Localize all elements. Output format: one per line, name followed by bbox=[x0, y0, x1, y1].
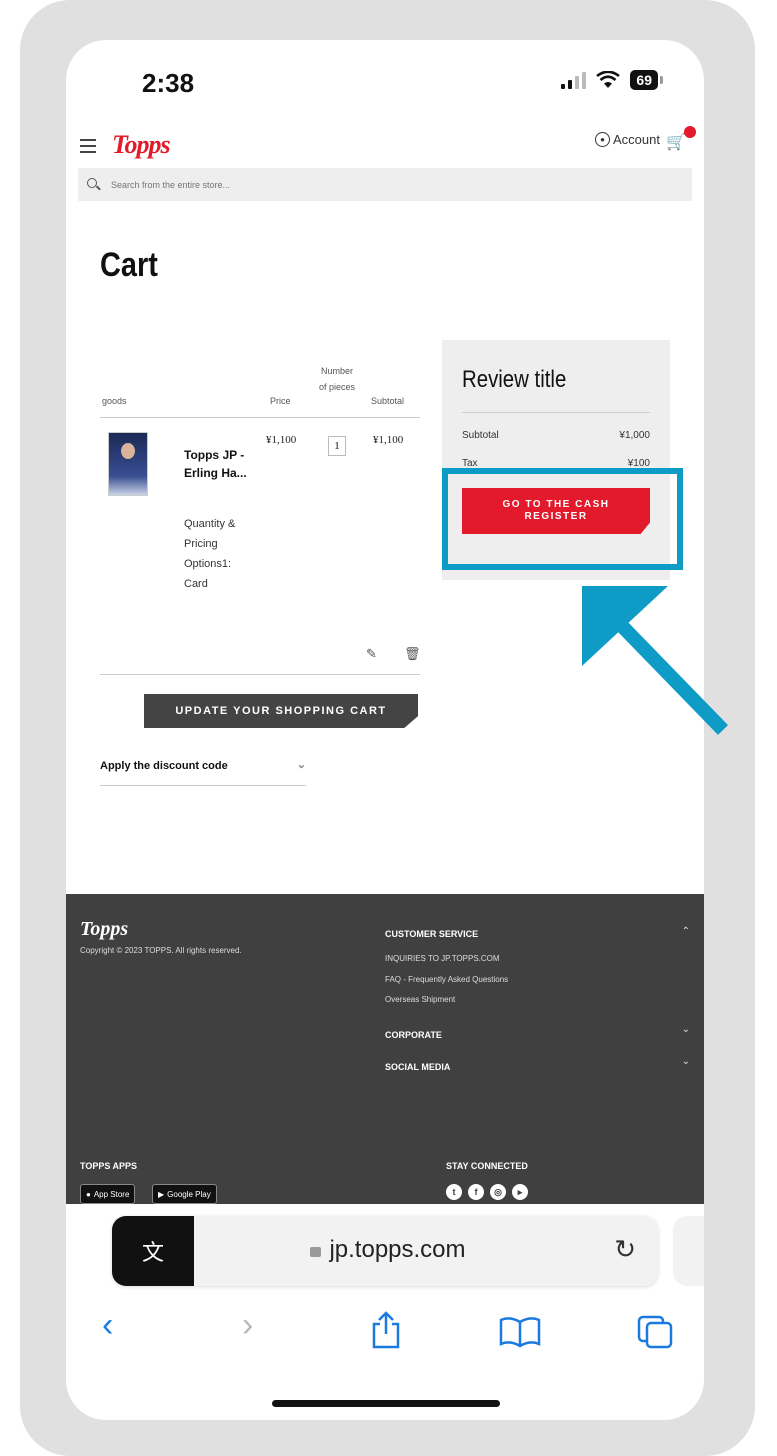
footer-logo[interactable]: Topps bbox=[80, 918, 128, 941]
discount-label: Apply the discount code bbox=[100, 760, 228, 772]
discount-code-toggle[interactable]: Apply the discount code ⌄ bbox=[100, 759, 306, 772]
wifi-icon bbox=[596, 71, 621, 88]
topps-logo[interactable]: Topps bbox=[112, 130, 171, 160]
signal-icon bbox=[561, 71, 587, 89]
divider bbox=[100, 417, 420, 418]
header-number-of-pieces: Number of pieces bbox=[318, 366, 356, 392]
copyright: Copyright © 2023 TOPPS. All rights reser… bbox=[80, 946, 242, 955]
bookmarks-icon[interactable] bbox=[498, 1316, 542, 1348]
subtotal-label: Subtotal bbox=[462, 430, 499, 441]
corporate-heading[interactable]: CORPORATE bbox=[385, 1030, 442, 1040]
stay-connected-heading: STAY CONNECTED bbox=[446, 1161, 528, 1171]
battery-icon: 69 bbox=[630, 70, 663, 90]
chevron-down-icon: ⌄ bbox=[296, 759, 306, 771]
chevron-down-icon[interactable]: ⌄ bbox=[682, 1024, 690, 1035]
app-store-badge[interactable]: ● App Store bbox=[80, 1184, 136, 1204]
trash-icon[interactable]: 🗑 bbox=[404, 646, 421, 662]
social-media-heading[interactable]: SOCIAL MEDIA bbox=[385, 1062, 450, 1072]
search-icon bbox=[87, 177, 101, 192]
footer-link[interactable]: Overseas Shipment bbox=[385, 995, 455, 1004]
chevron-up-icon[interactable]: ⌃ bbox=[682, 926, 690, 937]
account-link[interactable]: ● Account bbox=[595, 132, 660, 147]
apps-heading: TOPPS APPS bbox=[80, 1161, 138, 1171]
cart-icon[interactable]: 🛒 bbox=[666, 132, 686, 152]
url-field[interactable]: jp.topps.com bbox=[218, 1236, 558, 1264]
site-footer: Topps Copyright © 2023 TOPPS. All rights… bbox=[66, 894, 704, 1204]
divider bbox=[100, 785, 306, 786]
highlight-box bbox=[442, 468, 683, 570]
summary-title: Review title bbox=[462, 366, 567, 393]
instagram-icon[interactable]: ◎ bbox=[490, 1184, 506, 1200]
share-icon[interactable] bbox=[369, 1310, 403, 1350]
reload-icon[interactable]: ↻ bbox=[614, 1234, 636, 1265]
chevron-down-icon[interactable]: ⌄ bbox=[682, 1056, 690, 1067]
translate-icon[interactable]: 文 bbox=[112, 1216, 194, 1286]
facebook-icon[interactable]: f bbox=[468, 1184, 484, 1200]
update-cart-button[interactable]: UPDATE YOUR SHOPPING CART bbox=[144, 694, 418, 728]
header-price: Price bbox=[270, 396, 291, 406]
product-options: Quantity & Pricing Options1: Card bbox=[184, 518, 236, 590]
url-text: jp.topps.com bbox=[329, 1236, 466, 1263]
twitter-icon[interactable]: t bbox=[446, 1184, 462, 1200]
back-icon[interactable]: ‹ bbox=[102, 1306, 113, 1345]
footer-link[interactable]: INQUIRIES TO JP.TOPPS.COM bbox=[385, 954, 500, 963]
hamburger-menu-icon[interactable] bbox=[80, 135, 96, 157]
status-icons: 69 bbox=[561, 70, 663, 90]
apple-icon: ● bbox=[86, 1189, 91, 1199]
subtotal-row: Subtotal ¥1,000 bbox=[462, 430, 650, 441]
page-title: Cart bbox=[100, 246, 158, 284]
footer-link[interactable]: FAQ - Frequently Asked Questions bbox=[385, 975, 508, 984]
forward-icon[interactable]: › bbox=[242, 1306, 253, 1345]
divider bbox=[100, 674, 420, 675]
play-icon: ▶ bbox=[158, 1189, 165, 1199]
address-bar[interactable]: 文 jp.topps.com ↻ bbox=[112, 1216, 658, 1286]
home-indicator bbox=[272, 1400, 500, 1407]
status-time: 2:38 bbox=[142, 68, 195, 98]
product-name[interactable]: Topps JP - Erling Ha... bbox=[184, 446, 264, 482]
divider bbox=[462, 412, 650, 413]
item-subtotal: ¥1,100 bbox=[373, 434, 404, 446]
subtotal-value: ¥1,000 bbox=[619, 430, 650, 441]
cart-badge bbox=[684, 126, 696, 138]
lock-icon bbox=[310, 1247, 322, 1257]
customer-service-heading[interactable]: CUSTOMER SERVICE bbox=[385, 929, 478, 939]
tabs-icon[interactable] bbox=[636, 1314, 676, 1350]
search-input[interactable] bbox=[109, 178, 613, 191]
product-image[interactable] bbox=[108, 432, 148, 496]
header-subtotal: Subtotal bbox=[371, 396, 405, 406]
account-label: Account bbox=[613, 132, 660, 147]
google-play-badge[interactable]: ▶ Google Play bbox=[152, 1184, 217, 1204]
quantity-input[interactable]: 1 bbox=[328, 436, 346, 456]
youtube-icon[interactable]: ▸ bbox=[512, 1184, 528, 1200]
search-bar[interactable] bbox=[78, 168, 692, 201]
user-icon: ● bbox=[595, 132, 611, 147]
header-goods: goods bbox=[102, 396, 127, 406]
edit-pencil-icon[interactable]: ✎ bbox=[366, 646, 377, 662]
next-tab-peek[interactable] bbox=[673, 1216, 704, 1286]
item-price: ¥1,100 bbox=[266, 434, 297, 446]
arrow-annotation-icon bbox=[582, 586, 729, 735]
